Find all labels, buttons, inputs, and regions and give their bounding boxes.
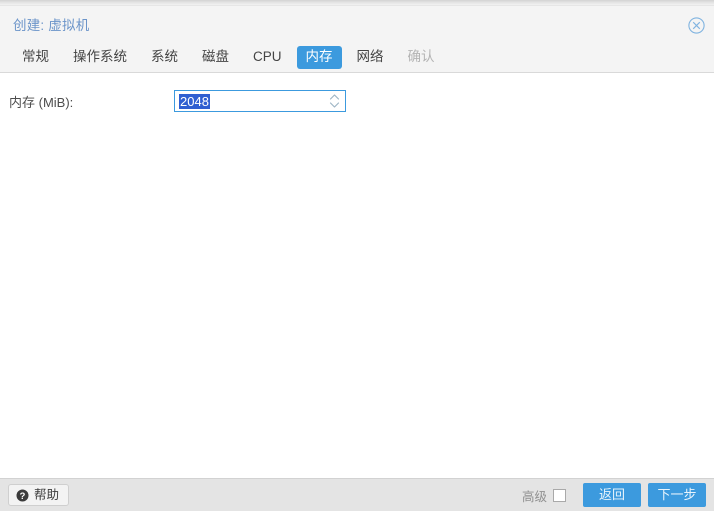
tab-network[interactable]: 网络 (348, 46, 393, 69)
dialog-title: 创建: 虚拟机 (13, 18, 90, 33)
tab-memory[interactable]: 内存 (296, 45, 342, 69)
tab-system[interactable]: 系统 (142, 46, 187, 69)
dialog-footer: ? 帮助 高级 返回 下一步 (0, 478, 714, 511)
memory-label: 内存 (MiB): (9, 94, 74, 110)
wizard-tabbar: 常规 操作系统 系统 磁盘 CPU 内存 网络 确认 (0, 42, 714, 72)
advanced-group: 高级 (522, 486, 566, 505)
title-row: 创建: 虚拟机 (0, 6, 714, 42)
memory-input[interactable]: 2048 (174, 90, 346, 112)
advanced-checkbox[interactable] (553, 488, 566, 502)
close-icon[interactable] (688, 17, 705, 34)
dialog-header: 创建: 虚拟机 常规 操作系统 系统 磁盘 CPU 内存 网络 确认 (0, 6, 714, 73)
tab-confirm: 确认 (407, 48, 435, 64)
memory-input-value: 2048 (179, 93, 210, 109)
help-button-label: 帮助 (34, 488, 60, 502)
advanced-label: 高级 (521, 489, 547, 504)
memory-form-row: 内存 (MiB): 2048 (0, 87, 714, 115)
back-button[interactable]: 返回 (583, 483, 641, 507)
dialog-content: 内存 (MiB): 2048 (0, 73, 714, 478)
tab-disks[interactable]: 磁盘 (193, 46, 238, 69)
spinner-updown-icon[interactable] (329, 93, 340, 109)
question-mark-icon: ? (16, 489, 29, 502)
tab-general[interactable]: 常规 (13, 46, 58, 69)
svg-text:?: ? (20, 489, 26, 500)
tab-os[interactable]: 操作系统 (64, 46, 136, 69)
create-vm-dialog: 创建: 虚拟机 常规 操作系统 系统 磁盘 CPU 内存 网络 确认 内存 (M… (0, 0, 714, 511)
tab-cpu[interactable]: CPU (244, 46, 291, 69)
next-button[interactable]: 下一步 (648, 483, 706, 507)
help-button[interactable]: ? 帮助 (8, 484, 70, 506)
